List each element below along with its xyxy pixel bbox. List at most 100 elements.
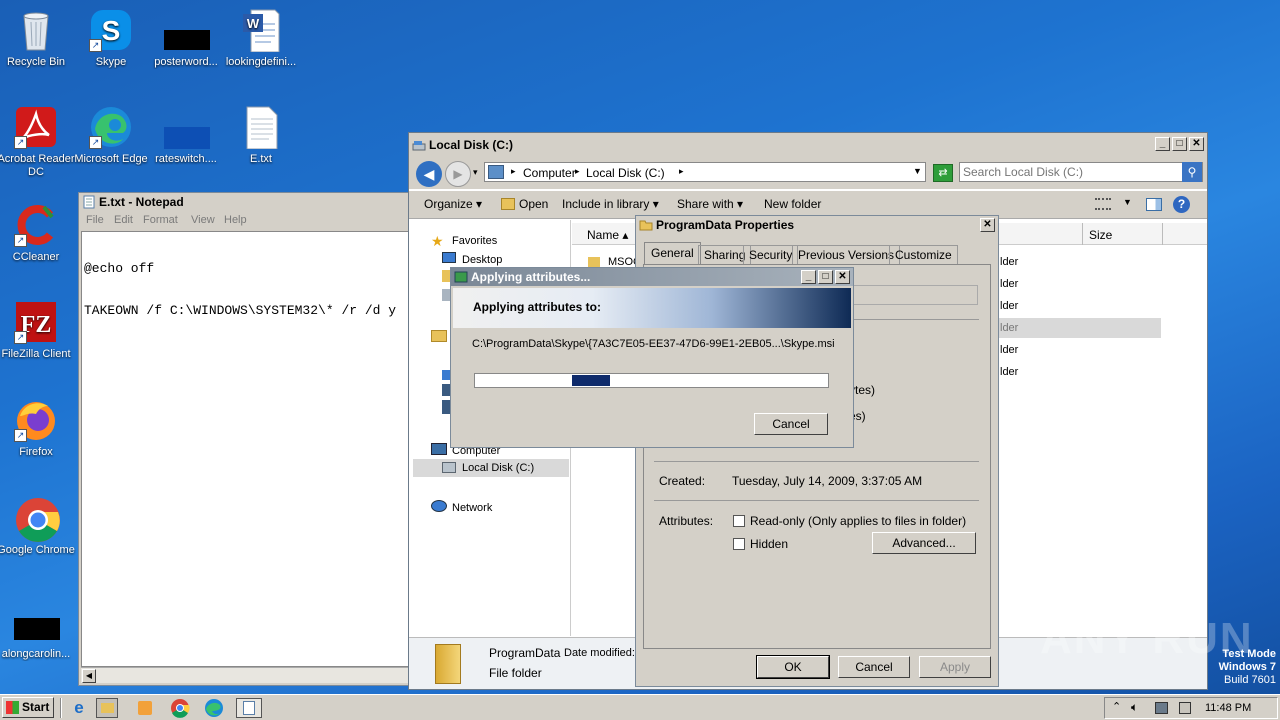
desktop-icon-alongcarolin[interactable]: alongcarolin... bbox=[0, 600, 76, 661]
advanced-button[interactable]: Advanced... bbox=[872, 532, 976, 554]
preview-pane-icon[interactable] bbox=[1146, 198, 1162, 211]
clock[interactable]: 11:48 PM bbox=[1205, 702, 1251, 714]
address-bar[interactable]: ▸ Computer ▸ Local Disk (C:) ▸ ▼ bbox=[484, 162, 926, 182]
explorer-taskbar-icon[interactable] bbox=[96, 698, 118, 718]
minimize-button[interactable]: _ bbox=[801, 270, 816, 284]
desktop-icon-label: Acrobat Reader DC bbox=[0, 153, 75, 178]
blue-file-icon bbox=[164, 105, 210, 149]
library-item-icon bbox=[442, 384, 450, 396]
notepad-menubar: File Edit Format View Help bbox=[79, 211, 411, 229]
search-input[interactable] bbox=[963, 164, 1173, 180]
desktop-icon-firefox[interactable]: ↗ Firefox bbox=[0, 398, 76, 459]
tab-security[interactable]: Security bbox=[743, 245, 799, 264]
flag-icon[interactable] bbox=[1179, 702, 1191, 714]
back-button[interactable]: ◀ bbox=[416, 161, 442, 187]
desktop-icon-acrobat[interactable]: ↗ Acrobat Reader DC bbox=[0, 105, 76, 179]
maximize-button[interactable]: □ bbox=[1172, 137, 1187, 151]
nav-favorites[interactable]: Favorites bbox=[452, 235, 497, 247]
shortcut-arrow-icon: ↗ bbox=[14, 234, 27, 247]
properties-titlebar[interactable]: ProgramData Properties ✕ bbox=[636, 216, 998, 234]
volume-icon[interactable]: 🔈︎ bbox=[1131, 700, 1138, 715]
new-folder-button[interactable]: New folder bbox=[764, 191, 821, 217]
minimize-button[interactable]: _ bbox=[1155, 137, 1170, 151]
menu-file[interactable]: File bbox=[86, 214, 104, 226]
notepad-taskbar-icon[interactable] bbox=[236, 698, 262, 718]
scroll-left-icon[interactable]: ◀ bbox=[82, 669, 96, 683]
desktop-icon-rateswitch[interactable]: rateswitch.... bbox=[146, 105, 226, 166]
desktop-icon-lookingdefini[interactable]: W lookingdefini... bbox=[221, 8, 301, 69]
close-button[interactable]: ✕ bbox=[980, 218, 995, 232]
desktop-icon-recycle-bin[interactable]: Recycle Bin bbox=[0, 8, 76, 69]
close-button[interactable]: ✕ bbox=[1189, 137, 1204, 151]
desktop-icon-edge[interactable]: ↗ Microsoft Edge bbox=[71, 105, 151, 166]
column-header-size[interactable]: Size bbox=[1089, 228, 1112, 242]
address-dropdown-icon[interactable]: ▼ bbox=[913, 166, 922, 176]
notepad-horizontal-scrollbar[interactable]: ◀ bbox=[81, 667, 411, 683]
menu-help[interactable]: Help bbox=[224, 214, 247, 226]
chevron-down-icon[interactable]: ▼ bbox=[1123, 197, 1132, 207]
search-box[interactable]: ⚲ bbox=[959, 162, 1203, 182]
nav-desktop[interactable]: Desktop bbox=[462, 254, 502, 266]
taskbar-divider bbox=[60, 698, 62, 718]
nav-local-disk-row[interactable]: Local Disk (C:) bbox=[413, 459, 569, 477]
menu-view[interactable]: View bbox=[191, 214, 215, 226]
history-dropdown-icon[interactable]: ▾ bbox=[473, 167, 478, 178]
apply-button[interactable]: Apply bbox=[919, 656, 991, 678]
maximize-button[interactable]: □ bbox=[818, 270, 833, 284]
notepad-window[interactable]: E.txt - Notepad File Edit Format View He… bbox=[78, 192, 412, 686]
nav-network[interactable]: Network bbox=[452, 502, 492, 514]
attributes-icon bbox=[454, 270, 468, 284]
applying-titlebar[interactable]: Applying attributes... _ □ ✕ bbox=[451, 268, 853, 286]
desktop-icon-filezilla[interactable]: FZ ↗ FileZilla Client bbox=[0, 300, 76, 361]
cancel-button[interactable]: Cancel bbox=[838, 656, 910, 678]
breadcrumb-computer[interactable]: Computer bbox=[523, 166, 576, 180]
tab-previous-versions[interactable]: Previous Versions bbox=[792, 245, 901, 264]
tab-general[interactable]: General bbox=[644, 242, 701, 264]
hidden-label[interactable]: Hidden bbox=[750, 537, 788, 551]
desktop-icon-label: Microsoft Edge bbox=[74, 153, 148, 165]
network-tray-icon[interactable] bbox=[1155, 702, 1168, 714]
share-with-button[interactable]: Share with ▾ bbox=[677, 191, 743, 217]
black-file-icon bbox=[164, 8, 210, 52]
close-button[interactable]: ✕ bbox=[835, 270, 850, 284]
drive-icon bbox=[442, 462, 456, 473]
cancel-button[interactable]: Cancel bbox=[754, 413, 828, 435]
help-icon[interactable]: ? bbox=[1173, 196, 1190, 213]
hidden-checkbox[interactable] bbox=[733, 538, 745, 550]
svg-text:S: S bbox=[102, 15, 121, 46]
refresh-button[interactable]: ⇄ bbox=[933, 164, 953, 182]
tab-customize[interactable]: Customize bbox=[889, 245, 958, 264]
column-header-name[interactable]: Name ▴ bbox=[587, 228, 628, 242]
view-options-icon[interactable] bbox=[1095, 198, 1111, 210]
notepad-titlebar[interactable]: E.txt - Notepad bbox=[79, 193, 411, 211]
organize-button[interactable]: Organize ▾ bbox=[424, 191, 482, 217]
tray-expand-icon[interactable]: ⌃ bbox=[1112, 700, 1121, 713]
edge-taskbar-icon[interactable] bbox=[204, 698, 226, 718]
explorer-titlebar[interactable]: Local Disk (C:) _ □ ✕ bbox=[409, 133, 1207, 155]
include-in-library-button[interactable]: Include in library ▾ bbox=[562, 191, 659, 217]
applying-attributes-dialog[interactable]: Applying attributes... _ □ ✕ Applying at… bbox=[450, 267, 854, 448]
folder-icon bbox=[442, 270, 450, 282]
search-icon[interactable]: ⚲ bbox=[1182, 162, 1202, 182]
desktop-icon-skype[interactable]: S ↗ Skype bbox=[71, 8, 151, 69]
ok-button[interactable]: OK bbox=[756, 655, 830, 679]
forward-button[interactable]: ▶ bbox=[445, 161, 471, 187]
readonly-checkbox[interactable] bbox=[733, 515, 745, 527]
desktop-icon-posterword[interactable]: posterword... bbox=[146, 8, 226, 69]
ie-icon[interactable]: e bbox=[68, 698, 90, 718]
menu-edit[interactable]: Edit bbox=[114, 214, 133, 226]
media-player-icon[interactable] bbox=[134, 698, 156, 718]
start-button[interactable]: Start bbox=[2, 697, 54, 718]
folder-icon bbox=[588, 257, 600, 267]
chrome-icon bbox=[14, 496, 60, 542]
desktop-icon-chrome[interactable]: Google Chrome bbox=[0, 496, 76, 557]
breadcrumb-local-disk[interactable]: Local Disk (C:) bbox=[586, 166, 665, 180]
desktop-icon-ccleaner[interactable]: ↗ CCleaner bbox=[0, 203, 76, 264]
chrome-taskbar-icon[interactable] bbox=[170, 698, 192, 718]
notepad-text-area[interactable]: @echo off TAKEOWN /f C:\WINDOWS\SYSTEM32… bbox=[81, 231, 411, 667]
readonly-label[interactable]: Read-only (Only applies to files in fold… bbox=[750, 514, 966, 528]
name-field-box[interactable] bbox=[844, 285, 978, 305]
open-button[interactable]: Open bbox=[519, 191, 548, 217]
menu-format[interactable]: Format bbox=[143, 214, 178, 226]
desktop-icon-e-txt[interactable]: E.txt bbox=[221, 105, 301, 166]
